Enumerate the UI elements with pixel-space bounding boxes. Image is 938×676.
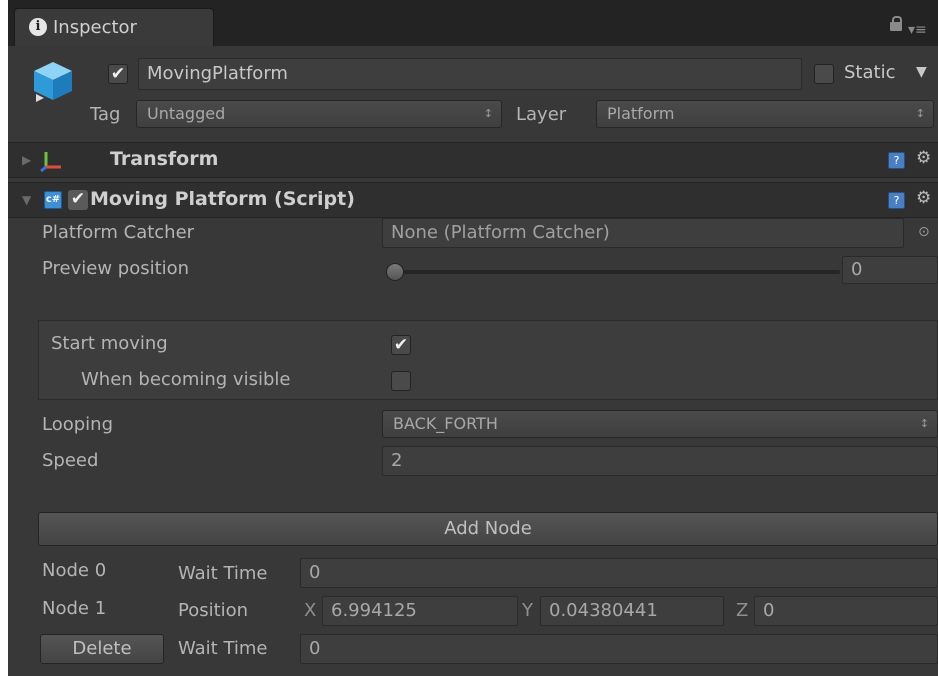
cube-icon: [34, 62, 72, 102]
active-check-mark: ✔: [110, 64, 126, 84]
platform-catcher-value: None (Platform Catcher): [391, 222, 610, 243]
preview-position-label: Preview position: [42, 258, 190, 279]
node-0-wait-time-label: Wait Time: [178, 563, 268, 584]
node-1-x-value: 6.994125: [331, 600, 417, 621]
when-becoming-visible-label: When becoming visible: [81, 369, 291, 390]
add-node-label: Add Node: [444, 518, 532, 539]
tag-dropdown[interactable]: Untagged ↕: [136, 100, 502, 128]
foldout-arrow-icon[interactable]: ▼: [22, 193, 31, 207]
looping-label: Looping: [42, 414, 113, 435]
layer-dropdown-value: Platform: [607, 104, 675, 123]
script-component-header[interactable]: ▼ c# ✔ Moving Platform (Script) ? ⚙: [8, 182, 938, 218]
tab-bar: i Inspector ▾≡: [8, 0, 938, 46]
node-1-y-value: 0.04380441: [549, 600, 658, 621]
inspector-window: i Inspector ▾≡ ✔ MovingPlatform Static ▼…: [8, 0, 938, 676]
gear-icon[interactable]: ⚙: [916, 148, 931, 168]
script-title: Moving Platform (Script): [90, 188, 355, 210]
preview-position-field[interactable]: 0: [842, 256, 938, 284]
csharp-script-icon: c#: [44, 191, 62, 209]
looping-dropdown[interactable]: BACK_FORTH ↕: [382, 410, 938, 438]
preview-position-slider-thumb[interactable]: [386, 263, 404, 281]
node-1-wait-time-field[interactable]: 0: [300, 634, 938, 664]
gear-icon[interactable]: ⚙: [916, 188, 931, 208]
preview-position-slider-track[interactable]: [394, 270, 840, 274]
tag-label: Tag: [90, 104, 121, 125]
chevron-updown-icon: ↕: [483, 107, 493, 120]
static-label: Static: [844, 62, 896, 83]
layer-label: Layer: [516, 104, 567, 125]
active-checkbox[interactable]: ✔: [108, 64, 128, 84]
start-moving-group: Start moving ✔ When becoming visible: [38, 320, 938, 400]
foldout-arrow-icon[interactable]: ▶: [22, 153, 31, 167]
node-1-label: Node 1: [42, 598, 107, 619]
help-icon[interactable]: ?: [888, 152, 905, 169]
chevron-updown-icon: ↕: [915, 107, 925, 120]
script-enabled-checkbox[interactable]: ✔: [68, 190, 88, 210]
speed-field[interactable]: 2: [382, 446, 938, 476]
node-1-z-label: Z: [736, 600, 749, 621]
node-1-wait-time-value: 0: [309, 638, 321, 659]
node-1-z-field[interactable]: 0: [754, 596, 938, 626]
platform-catcher-label: Platform Catcher: [42, 222, 195, 243]
node-1-x-field[interactable]: 6.994125: [322, 596, 518, 626]
context-menu-icon[interactable]: ▾≡: [908, 22, 927, 38]
tab-inspector-label: Inspector: [53, 17, 137, 38]
when-becoming-visible-checkbox[interactable]: [391, 371, 411, 391]
node-1-wait-time-label: Wait Time: [178, 638, 268, 659]
gameobject-name-value: MovingPlatform: [147, 63, 288, 84]
node-1-y-field[interactable]: 0.04380441: [540, 596, 724, 626]
speed-label: Speed: [42, 450, 99, 471]
node-1-delete-label: Delete: [72, 638, 132, 659]
node-1-y-label: Y: [522, 600, 533, 621]
info-icon: i: [29, 18, 47, 36]
preview-position-value: 0: [851, 259, 863, 280]
lock-icon[interactable]: [890, 16, 902, 31]
layer-dropdown[interactable]: Platform ↕: [596, 100, 934, 128]
start-moving-label: Start moving: [51, 333, 168, 354]
start-moving-check-mark: ✔: [393, 335, 409, 355]
static-checkbox[interactable]: [814, 64, 834, 84]
tab-inspector[interactable]: i Inspector: [14, 8, 214, 46]
object-picker-icon[interactable]: ⊙: [918, 224, 930, 240]
start-moving-checkbox[interactable]: ✔: [391, 335, 411, 355]
node-1-z-value: 0: [763, 600, 775, 621]
node-0-label: Node 0: [42, 560, 107, 581]
script-enabled-check-mark: ✔: [70, 189, 86, 209]
speed-value: 2: [391, 450, 403, 471]
transform-title: Transform: [110, 148, 219, 170]
looping-dropdown-value: BACK_FORTH: [393, 414, 498, 433]
chevron-updown-icon: ↕: [919, 417, 929, 430]
node-0-wait-time-field[interactable]: 0: [300, 558, 938, 588]
node-0-wait-time-value: 0: [309, 562, 321, 583]
tag-dropdown-value: Untagged: [147, 104, 226, 123]
node-1-x-label: X: [304, 600, 317, 621]
gameobject-name-field[interactable]: MovingPlatform: [138, 58, 802, 90]
node-1-delete-button[interactable]: Delete: [40, 634, 164, 664]
transform-header[interactable]: ▶ Transform ? ⚙: [8, 142, 938, 178]
platform-catcher-field[interactable]: None (Platform Catcher): [382, 218, 904, 248]
transform-axes-icon: [40, 152, 61, 173]
help-icon[interactable]: ?: [888, 192, 905, 209]
add-node-button[interactable]: Add Node: [38, 512, 938, 546]
static-dropdown-arrow[interactable]: ▼: [916, 64, 927, 80]
node-1-position-label: Position: [178, 600, 249, 621]
